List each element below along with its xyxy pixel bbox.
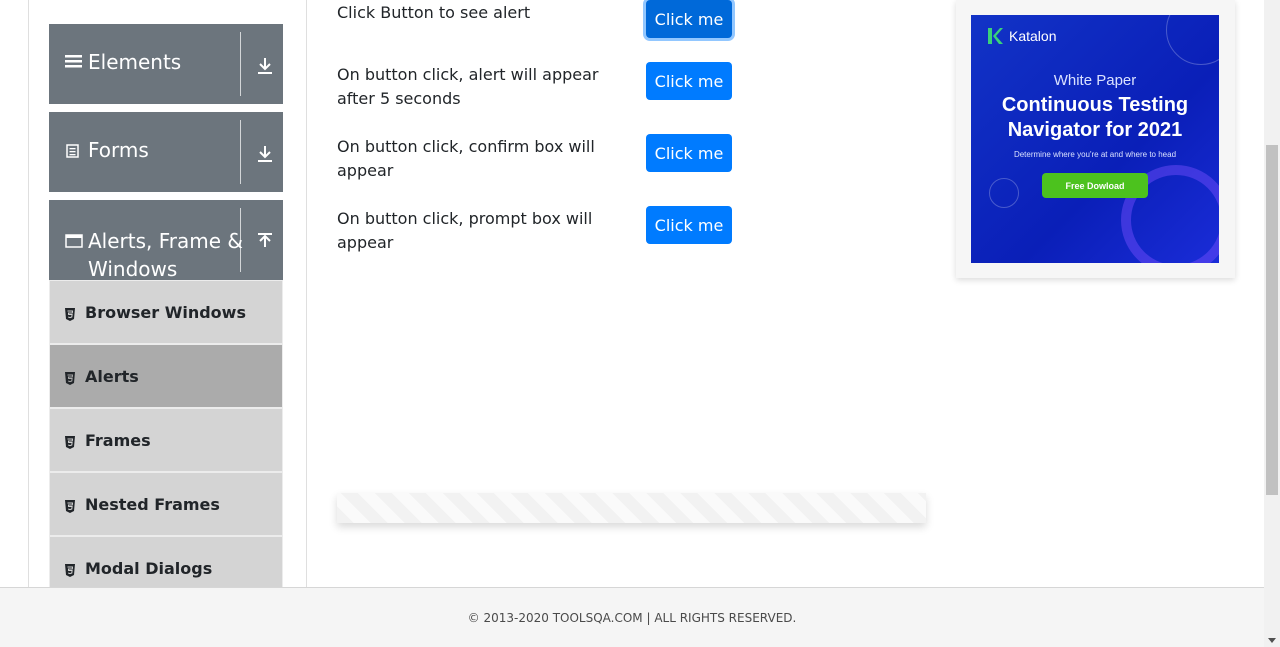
sidebar-item-nested-frames[interactable]: Nested Frames (49, 472, 283, 536)
scrollbar-thumb[interactable] (1266, 145, 1278, 495)
decor-clock (989, 178, 1019, 208)
html5-icon (64, 306, 76, 321)
html5-icon (64, 498, 76, 513)
sidebar-item-frames[interactable]: Frames (49, 408, 283, 472)
sidebar-item-label: Frames (85, 430, 151, 450)
prompt-button[interactable]: Click me (646, 206, 732, 244)
sidebar-group-title: Alerts, Frame & Windows (65, 227, 243, 283)
sidebar-item-alerts[interactable]: Alerts (49, 344, 283, 408)
sidebar-item-label: Alerts (85, 366, 139, 386)
ad-brand-name: Katalon (1009, 28, 1057, 44)
sidebar-group-elements[interactable]: Elements (49, 24, 283, 104)
html5-icon (64, 434, 76, 449)
ad-headline: Continuous Testing Navigator for 2021 (971, 93, 1219, 143)
sidebar-group-forms[interactable]: Forms (49, 112, 283, 192)
sidebar-group-label: Elements (88, 50, 182, 74)
confirm-description: On button click, confirm box will appear (337, 137, 595, 180)
ad-container: Katalon White Paper Continuous Testing N… (956, 0, 1235, 278)
ad-cta-button[interactable]: Free Dowload (1042, 173, 1148, 198)
sidebar-item-label: Modal Dialogs (85, 558, 213, 578)
alert-button[interactable]: Click me (646, 0, 732, 38)
ad-brand: Katalon (987, 27, 1056, 45)
upload-arrow-icon[interactable] (256, 232, 274, 252)
confirm-button[interactable]: Click me (646, 134, 732, 172)
katalon-ad[interactable]: Katalon White Paper Continuous Testing N… (971, 15, 1219, 263)
left-sidebar: Elements Forms Alerts, Frame & Windows B… (28, 0, 307, 600)
timer-alert-description: On button click, alert will appear after… (337, 65, 599, 108)
footer: © 2013-2020 TOOLSQA.COM | ALL RIGHTS RES… (0, 587, 1264, 647)
html5-icon (64, 370, 76, 385)
ad-subtext: Determine where you're at and where to h… (1013, 150, 1177, 159)
document-icon (65, 138, 83, 163)
page-scrollbar[interactable] (1264, 0, 1280, 647)
sidebar-item-label: Nested Frames (85, 494, 220, 514)
ad-banner-strip[interactable] (337, 493, 926, 523)
sidebar-submenu: Browser Windows Alerts Frames Nested Fra… (49, 280, 283, 599)
footer-copyright: © 2013-2020 TOOLSQA.COM | ALL RIGHTS RES… (467, 611, 797, 625)
sidebar-group-label-line2: Windows (88, 257, 178, 281)
prompt-description: On button click, prompt box will appear (337, 209, 593, 252)
sidebar-group-label-line1: Alerts, Frame & (88, 229, 244, 253)
download-arrow-icon[interactable] (256, 144, 274, 164)
sidebar-group-label: Alerts, Frame & Windows (88, 227, 243, 283)
download-arrow-icon[interactable] (256, 56, 274, 76)
alert-description: Click Button to see alert (337, 3, 531, 22)
sidebar-group-title: Forms (65, 138, 149, 163)
window-icon (65, 227, 83, 255)
sidebar-item-label: Browser Windows (85, 302, 246, 322)
sidebar-group-title: Elements (65, 50, 181, 75)
scroll-down-arrow-icon[interactable] (1268, 638, 1276, 643)
ad-kicker: White Paper (1053, 72, 1137, 89)
sidebar-menu: Elements Forms Alerts, Frame & Windows B… (49, 24, 283, 599)
divider (240, 32, 241, 96)
menu-icon (65, 50, 83, 75)
ad-headline-line2: Navigator for 2021 (1007, 119, 1183, 141)
katalon-logo-icon (987, 27, 1003, 45)
ad-headline-line1: Continuous Testing (1001, 94, 1189, 116)
sidebar-item-browser-windows[interactable]: Browser Windows (49, 280, 283, 344)
divider (240, 208, 241, 272)
timer-alert-button[interactable]: Click me (646, 62, 732, 100)
divider (240, 120, 241, 184)
decor-circle (1166, 15, 1219, 65)
sidebar-group-alerts-frame-windows[interactable]: Alerts, Frame & Windows (49, 200, 283, 283)
html5-icon (64, 562, 76, 577)
sidebar-group-label: Forms (88, 138, 149, 162)
